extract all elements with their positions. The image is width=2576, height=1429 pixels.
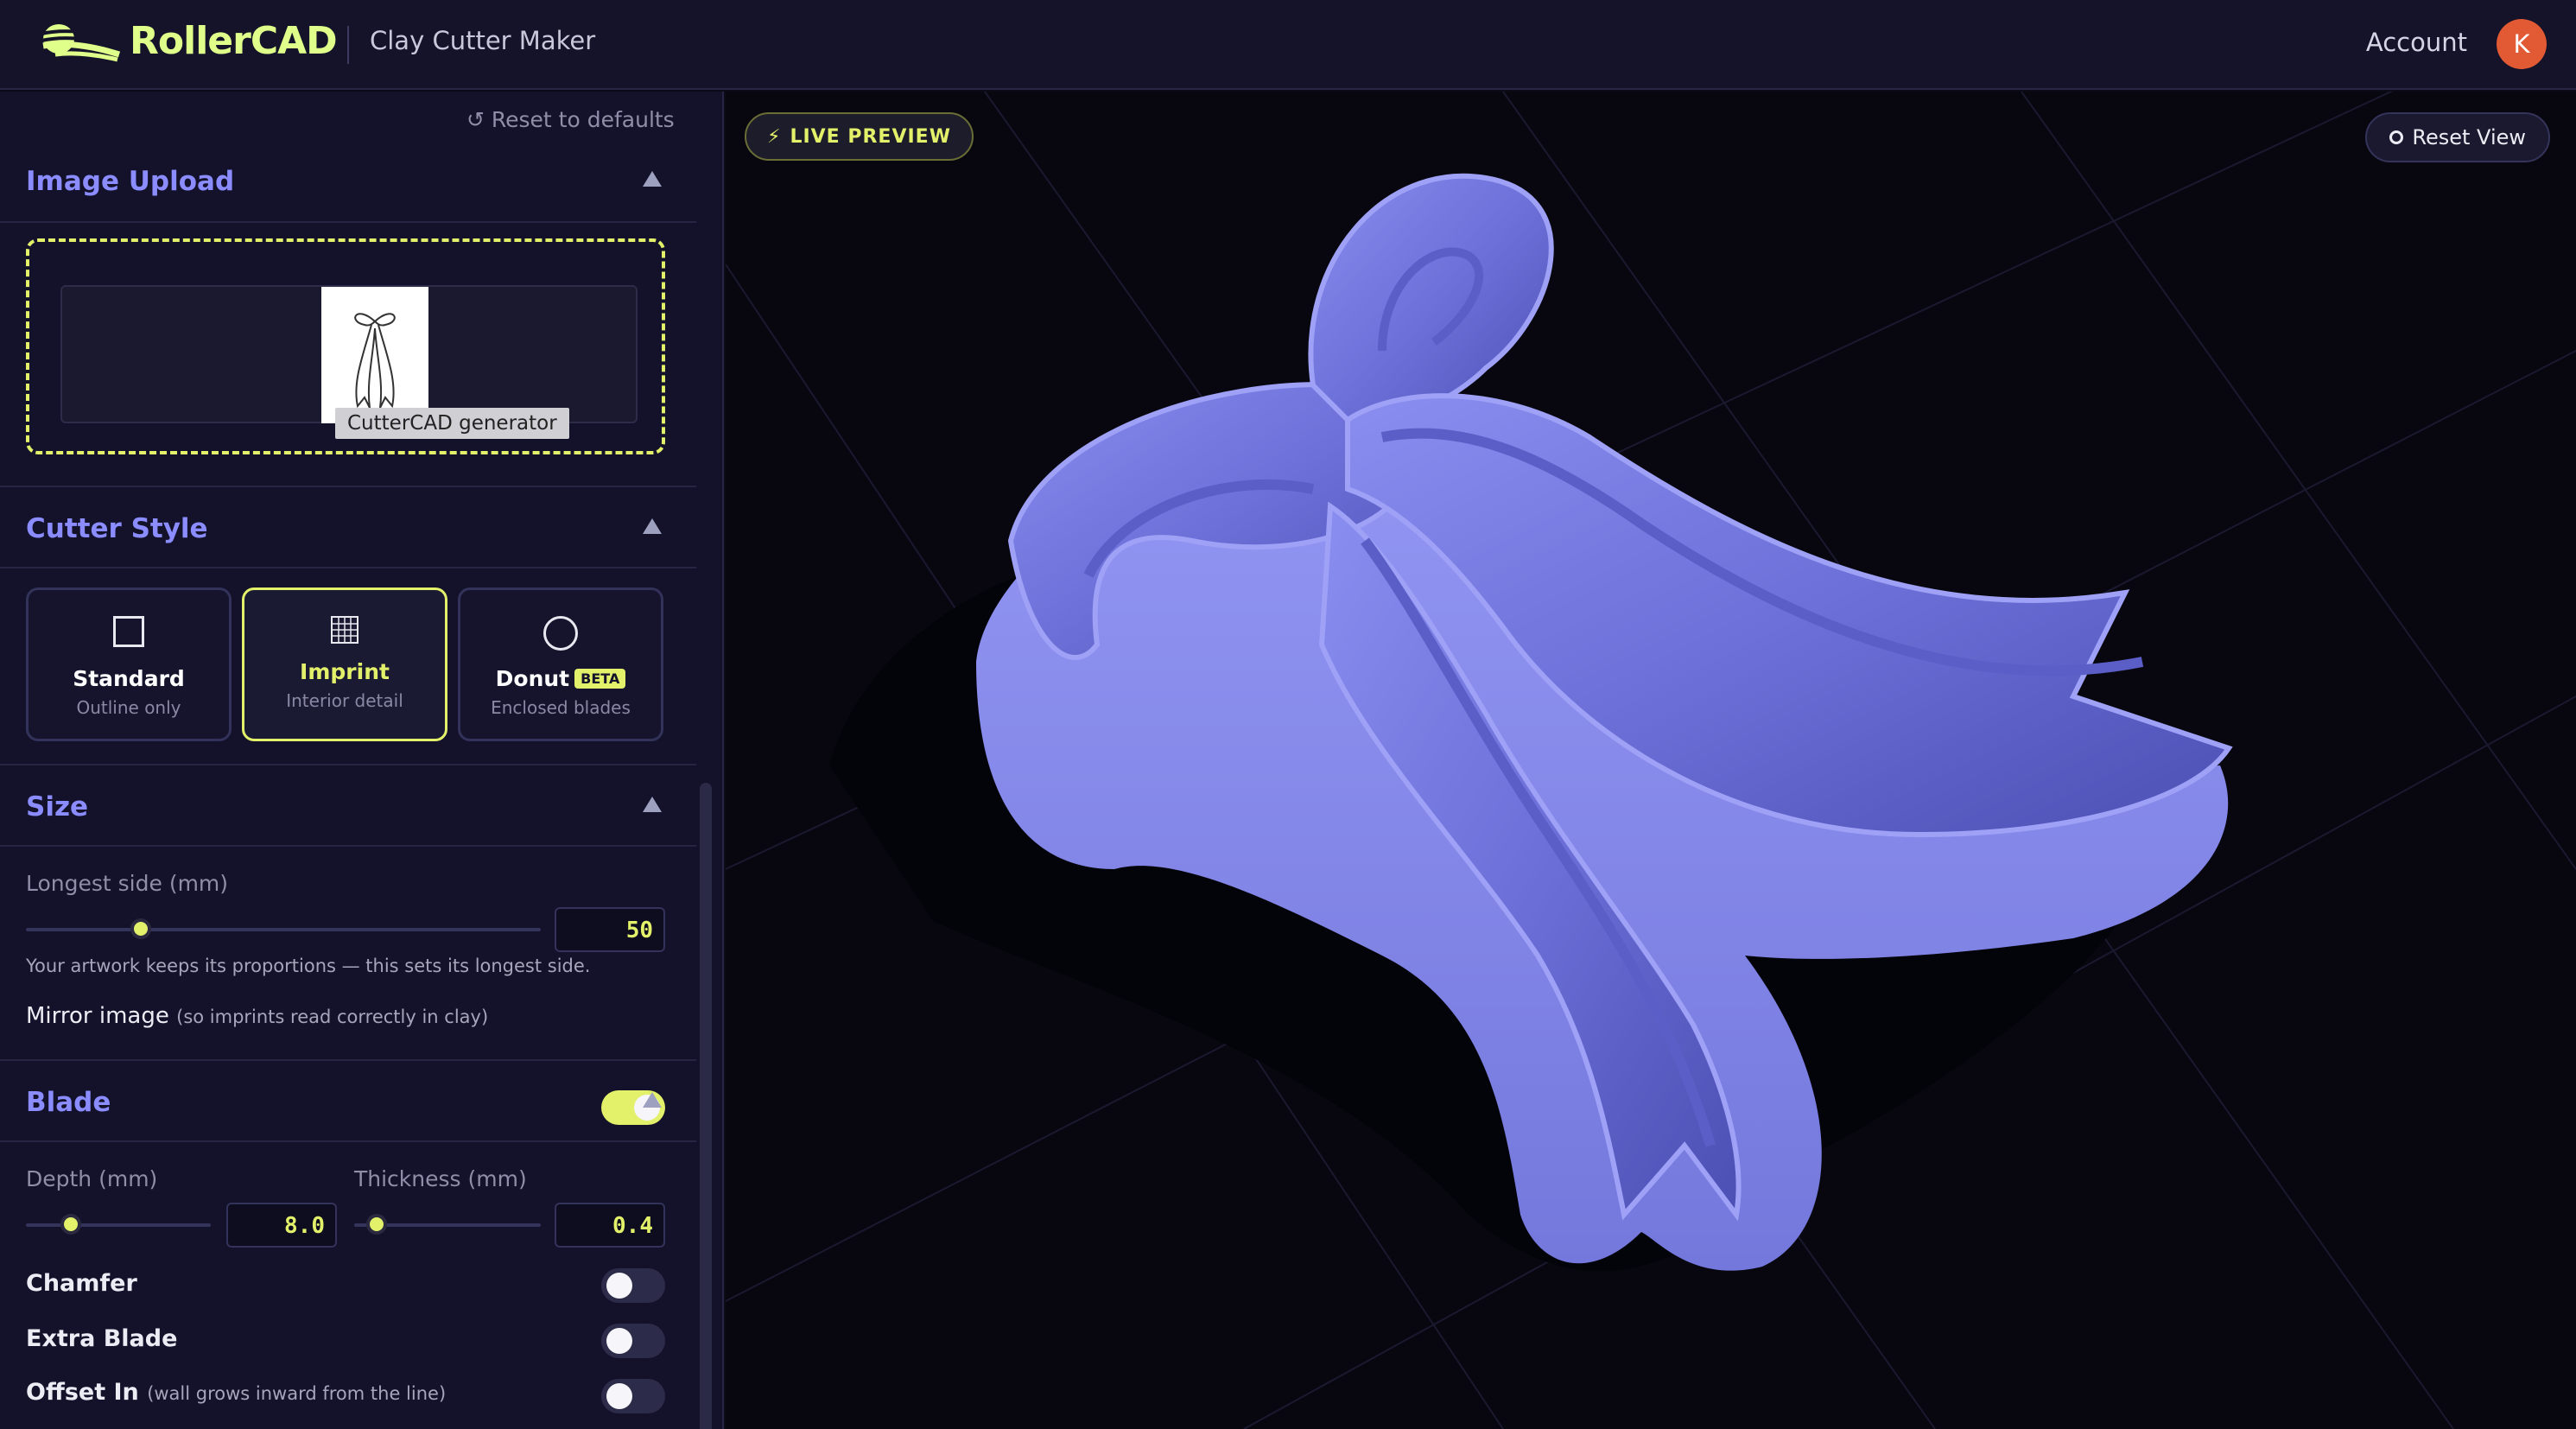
reset-view-label: Reset View [2412, 125, 2526, 149]
section-size[interactable]: Size [0, 764, 696, 847]
longest-side-input[interactable]: 50 [555, 907, 665, 952]
offset-in-label: Offset In [26, 1379, 139, 1406]
chevron-up-icon[interactable] [643, 171, 662, 187]
app-subtitle: Clay Cutter Maker [370, 26, 596, 55]
style-description: Interior detail [286, 690, 403, 711]
3d-viewport[interactable]: ⚡ LIVE PREVIEW Reset View [726, 92, 2576, 1429]
bow-drawing-icon [354, 313, 396, 409]
brand-name: RollerCAD [130, 19, 338, 63]
toggle-knob [606, 1383, 632, 1409]
longest-side-label: Longest side (mm) [26, 871, 229, 896]
chamfer-toggle[interactable] [601, 1268, 665, 1303]
toggle-knob [606, 1273, 632, 1299]
style-name: Standard [73, 666, 185, 691]
style-standard-card[interactable]: Standard Outline only [26, 587, 232, 741]
uploaded-image-thumbnail [321, 287, 428, 423]
top-bar: RollerCAD Clay Cutter Maker Account K [0, 0, 2576, 90]
sidebar-scrollbar[interactable] [700, 783, 712, 1429]
grid-pattern-icon [331, 616, 358, 644]
chevron-up-icon[interactable] [643, 797, 662, 812]
beta-badge: BETA [574, 669, 626, 689]
style-imprint-card[interactable]: Imprint Interior detail [242, 587, 447, 741]
reset-defaults-button[interactable]: ↺ Reset to defaults [466, 107, 675, 132]
section-cutter-style[interactable]: Cutter Style [0, 486, 696, 568]
style-description: Outline only [76, 697, 181, 718]
toggle-knob [606, 1328, 632, 1354]
slider-thumb[interactable] [130, 918, 151, 939]
depth-label: Depth (mm) [26, 1166, 158, 1191]
image-dropzone[interactable]: CutterCAD generator [26, 238, 665, 454]
image-tooltip: CutterCAD generator [335, 408, 569, 439]
section-title: Size [26, 791, 89, 822]
avatar[interactable]: K [2497, 19, 2547, 69]
live-preview-badge: ⚡ LIVE PREVIEW [745, 112, 974, 161]
account-link[interactable]: Account [2366, 28, 2467, 57]
style-name: Donut [495, 666, 570, 691]
section-image-upload[interactable]: Image Upload [0, 140, 696, 223]
settings-sidebar: ↺ Reset to defaults Image Upload CutterC… [0, 92, 724, 1429]
style-name: Imprint [300, 659, 390, 684]
target-icon [2389, 130, 2404, 144]
chevron-up-icon[interactable] [643, 1092, 662, 1108]
section-title: Image Upload [26, 166, 235, 197]
section-title: Cutter Style [26, 513, 208, 544]
depth-slider[interactable] [26, 1223, 211, 1227]
depth-input[interactable]: 8.0 [226, 1203, 337, 1248]
thickness-label: Thickness (mm) [354, 1166, 527, 1191]
mirror-image-label: Mirror image [26, 1003, 169, 1029]
longest-side-slider[interactable] [26, 928, 541, 931]
logo[interactable]: RollerCAD [38, 19, 338, 63]
circle-outline-icon [543, 616, 578, 651]
slider-thumb[interactable] [366, 1214, 387, 1235]
thickness-input[interactable]: 0.4 [555, 1203, 665, 1248]
style-donut-card[interactable]: Donut BETA Enclosed blades [458, 587, 663, 741]
roller-logo-icon [41, 23, 121, 61]
extra-blade-label: Extra Blade [26, 1325, 178, 1352]
cutter-3d-model [726, 92, 2576, 1429]
style-description: Enclosed blades [491, 697, 631, 718]
offset-in-hint: (wall grows inward from the line) [147, 1383, 447, 1404]
section-title: Blade [26, 1087, 111, 1118]
lightning-icon: ⚡ [767, 125, 782, 148]
extra-blade-toggle[interactable] [601, 1324, 665, 1358]
slider-thumb[interactable] [60, 1214, 81, 1235]
offset-in-toggle[interactable] [601, 1379, 665, 1413]
size-help-text: Your artwork keeps its proportions — thi… [26, 956, 591, 976]
chamfer-label: Chamfer [26, 1270, 137, 1297]
section-blade[interactable]: Blade [0, 1059, 696, 1142]
header-divider [347, 26, 349, 64]
live-preview-label: LIVE PREVIEW [790, 125, 951, 148]
square-outline-icon [113, 616, 144, 647]
chevron-up-icon[interactable] [643, 518, 662, 534]
mirror-image-hint: (so imprints read correctly in clay) [176, 1007, 489, 1027]
reset-view-button[interactable]: Reset View [2365, 112, 2550, 162]
image-preview-area: CutterCAD generator [60, 285, 638, 439]
